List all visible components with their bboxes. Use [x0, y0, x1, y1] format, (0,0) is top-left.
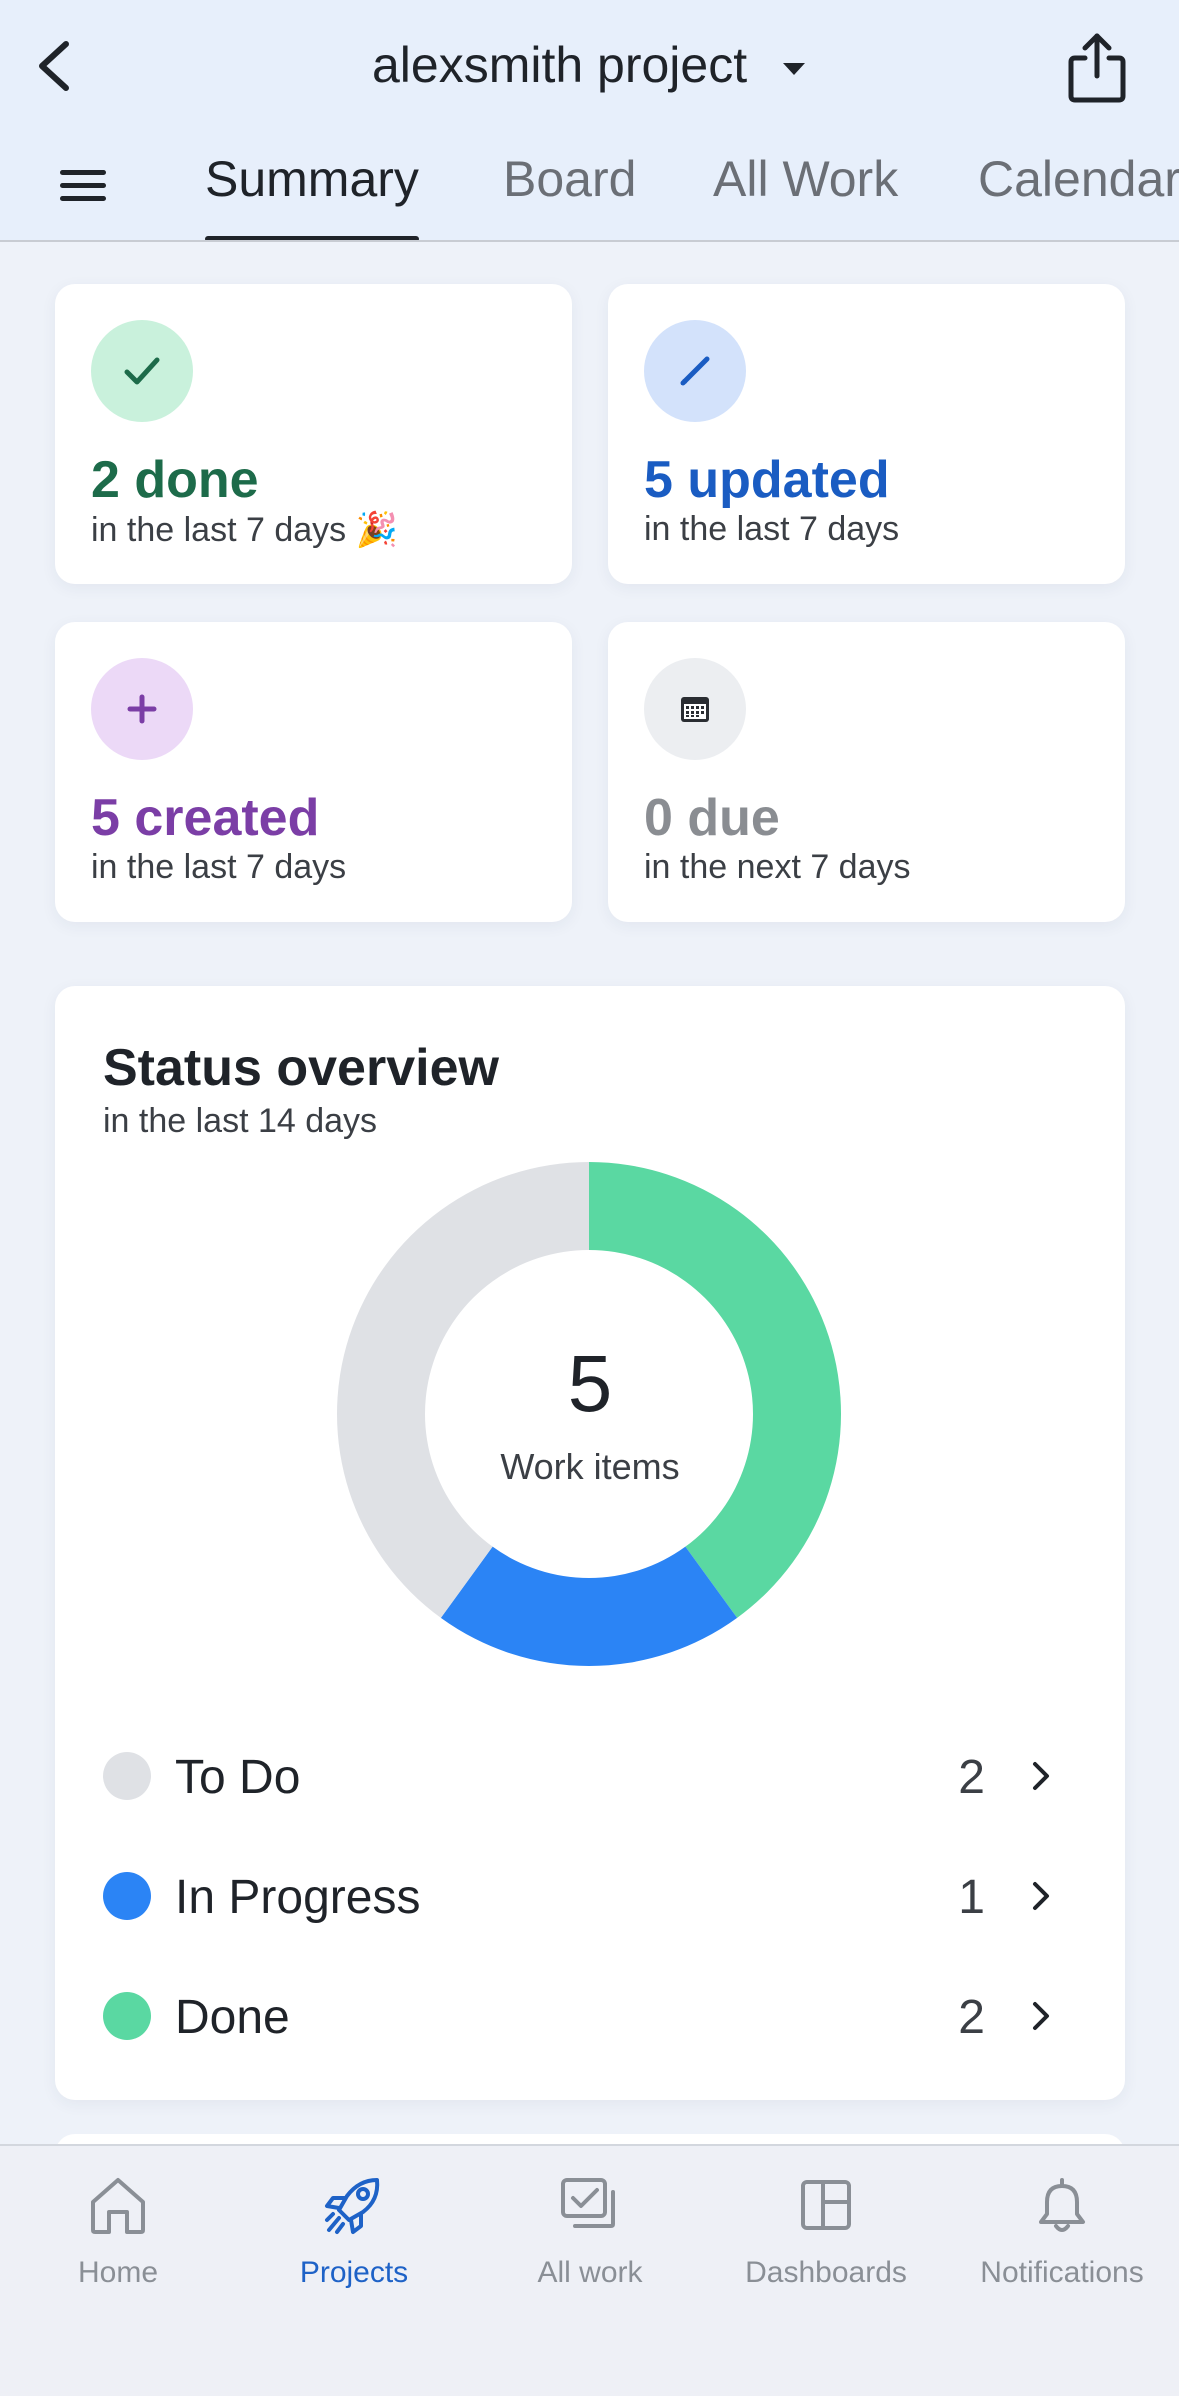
- status-label: In Progress: [175, 1871, 421, 1924]
- stat-value: 2 done: [91, 451, 259, 509]
- stat-value: 0 due: [644, 789, 780, 847]
- all-work-icon: [561, 2178, 615, 2228]
- caret-down-icon: [783, 62, 806, 75]
- project-title-dropdown[interactable]: alexsmith project: [0, 36, 1179, 94]
- nav-label: All work: [537, 2256, 643, 2289]
- status-row-in-progress[interactable]: In Progress 1: [55, 1856, 1125, 1936]
- plus-icon: [91, 658, 193, 760]
- project-title: alexsmith project: [371, 37, 748, 93]
- status-count: 1: [958, 1871, 985, 1924]
- top-bar: alexsmith project Summary Board All Work…: [0, 0, 1179, 242]
- donut-total-label: Work items: [500, 1446, 680, 1487]
- stat-value: 5 created: [91, 789, 320, 847]
- status-dot: [103, 1872, 151, 1920]
- tab-summary[interactable]: Summary: [205, 150, 419, 242]
- share-icon[interactable]: [1065, 30, 1129, 104]
- rocket-icon: [325, 2178, 380, 2234]
- status-row-to-do[interactable]: To Do 2: [55, 1736, 1125, 1816]
- home-icon: [91, 2178, 145, 2234]
- status-dot: [103, 1752, 151, 1800]
- stat-subtitle: in the last 7 days: [91, 848, 347, 886]
- status-count: 2: [958, 1991, 985, 2044]
- stat-subtitle: in the last 7 days: [644, 510, 900, 548]
- nav-projects[interactable]: Projects: [236, 2170, 472, 2290]
- status-label: Done: [175, 1991, 290, 2044]
- status-overview-title: Status overview: [103, 1039, 499, 1097]
- pencil-icon: [644, 320, 746, 422]
- bell-icon: [1039, 2178, 1085, 2232]
- hamburger-menu-icon[interactable]: [60, 168, 106, 204]
- status-label: To Do: [175, 1751, 301, 1804]
- chevron-right-icon: [1033, 1762, 1049, 1790]
- stat-card-updated[interactable]: 5 updated in the last 7 days: [608, 284, 1125, 584]
- nav-dashboards[interactable]: Dashboards: [708, 2170, 944, 2290]
- donut-total: 5: [567, 1339, 613, 1428]
- chevron-right-icon: [1033, 2002, 1049, 2030]
- donut-slice-in-progress: [440, 1546, 738, 1666]
- bottom-nav: Home Projects All work Dashboards Notifi…: [0, 2144, 1179, 2396]
- nav-label: Projects: [299, 2256, 409, 2289]
- chevron-right-icon: [1033, 1882, 1049, 1910]
- status-overview-subtitle: in the last 14 days: [103, 1102, 378, 1140]
- dashboard-icon: [801, 2180, 851, 2230]
- tab-calendar[interactable]: Calendar: [978, 150, 1179, 242]
- nav-label: Home: [77, 2256, 159, 2289]
- tab-board[interactable]: Board: [503, 150, 636, 242]
- status-dot: [103, 1992, 151, 2040]
- nav-label: Dashboards: [745, 2256, 907, 2289]
- tab-all-work[interactable]: All Work: [713, 150, 898, 242]
- header-divider: [0, 240, 1179, 242]
- stat-value: 5 updated: [644, 451, 890, 509]
- stat-subtitle: in the last 7 days 🎉: [91, 511, 398, 549]
- calendar-icon: [644, 658, 746, 760]
- stat-card-done[interactable]: 2 done in the last 7 days 🎉: [55, 284, 572, 584]
- status-count: 2: [958, 1751, 985, 1804]
- nav-label: Notifications: [980, 2256, 1144, 2289]
- nav-all-work[interactable]: All work: [472, 2170, 708, 2290]
- nav-home[interactable]: Home: [0, 2170, 236, 2290]
- check-icon: [91, 320, 193, 422]
- stat-subtitle: in the next 7 days: [644, 848, 911, 886]
- stat-card-due[interactable]: 0 due in the next 7 days: [608, 622, 1125, 922]
- stat-card-created[interactable]: 5 created in the last 7 days: [55, 622, 572, 922]
- status-overview-card: Status overview in the last 14 days 5 Wo…: [55, 986, 1125, 2100]
- status-row-done[interactable]: Done 2: [55, 1976, 1125, 2056]
- nav-notifications[interactable]: Notifications: [944, 2170, 1179, 2290]
